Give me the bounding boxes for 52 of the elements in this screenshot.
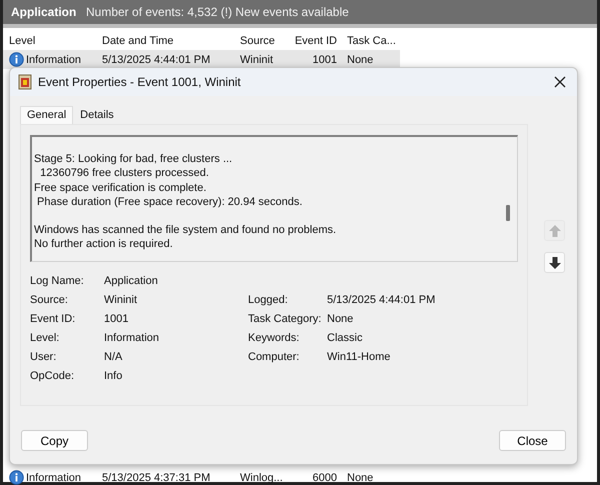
field-label: Computer: — [248, 351, 300, 363]
dialog-button[interactable]: Copy — [21, 430, 88, 451]
table-cell: Information — [26, 54, 82, 66]
field-value: Win11-Home — [327, 351, 390, 363]
column-header[interactable]: Level — [3, 35, 95, 47]
down-arrow-icon — [548, 256, 562, 270]
table-cell: Information — [26, 472, 82, 484]
field-value: N/A — [104, 351, 122, 363]
field-value: 1001 — [104, 313, 128, 325]
table-cell: 6000 — [312, 472, 337, 484]
dialog-button[interactable]: Close — [499, 430, 566, 451]
field-value: Wininit — [104, 294, 138, 306]
field-value: 5/13/2025 4:44:01 PM — [327, 294, 436, 306]
close-icon — [554, 76, 566, 88]
table-row[interactable]: Information 5/13/2025 4:37:31 PM Winlog... 6000 None — [3, 468, 400, 485]
field-label: Level: — [30, 332, 60, 344]
field-label: Event ID: — [30, 313, 76, 325]
tab[interactable]: Details — [73, 106, 121, 124]
field-label: Logged: — [248, 294, 289, 306]
dialog-title: Event Properties - Event 1001, Wininit — [38, 75, 242, 89]
event-log-icon — [18, 74, 32, 90]
field-label: Task Category: — [248, 313, 322, 325]
event-message: Stage 5: Looking for bad, free clusters ... 12360796 free clusters processed. Free space verification is complete. Phase duration (Free space recovery): 20.94 seconds. Windows has scanned the file system and found no problems. No further action is required. — [33, 152, 338, 252]
table-cell: 5/13/2025 4:44:01 PM — [102, 54, 210, 66]
field-value: Info — [104, 370, 122, 382]
column-header[interactable]: Source — [233, 35, 291, 47]
column-header[interactable]: Event ID — [291, 35, 341, 47]
column-header[interactable]: Date and Time — [95, 35, 233, 47]
next-button[interactable] — [544, 252, 565, 273]
field-label: Log Name: — [30, 275, 85, 287]
event-count: Number of events: 4,532 (!) New events available — [86, 5, 349, 19]
field-label: Keywords: — [248, 332, 300, 344]
table-cell: None — [347, 472, 374, 484]
field-value: None — [327, 313, 354, 325]
table-row[interactable]: Information 5/13/2025 4:44:01 PM Wininit 1001 None — [3, 50, 400, 69]
field-label: OpCode: — [30, 370, 76, 382]
log-title: Application — [10, 5, 78, 19]
tab[interactable]: General — [20, 106, 74, 124]
scrollbar-thumb[interactable] — [506, 205, 510, 221]
table-cell: 1001 — [312, 54, 337, 66]
field-value: Classic — [327, 332, 362, 344]
field-value: Information — [104, 332, 160, 344]
field-label: User: — [30, 351, 58, 363]
table-cell: Winlog... — [240, 472, 283, 484]
field-value: Application — [104, 275, 158, 287]
info-icon — [9, 52, 24, 67]
field-label: Source: — [30, 294, 69, 306]
table-cell: Wininit — [240, 54, 274, 66]
column-header[interactable]: Task Ca... — [341, 35, 400, 47]
up-arrow-icon — [548, 224, 562, 238]
table-cell: None — [347, 54, 374, 66]
table-cell: 5/13/2025 4:37:31 PM — [102, 472, 210, 484]
